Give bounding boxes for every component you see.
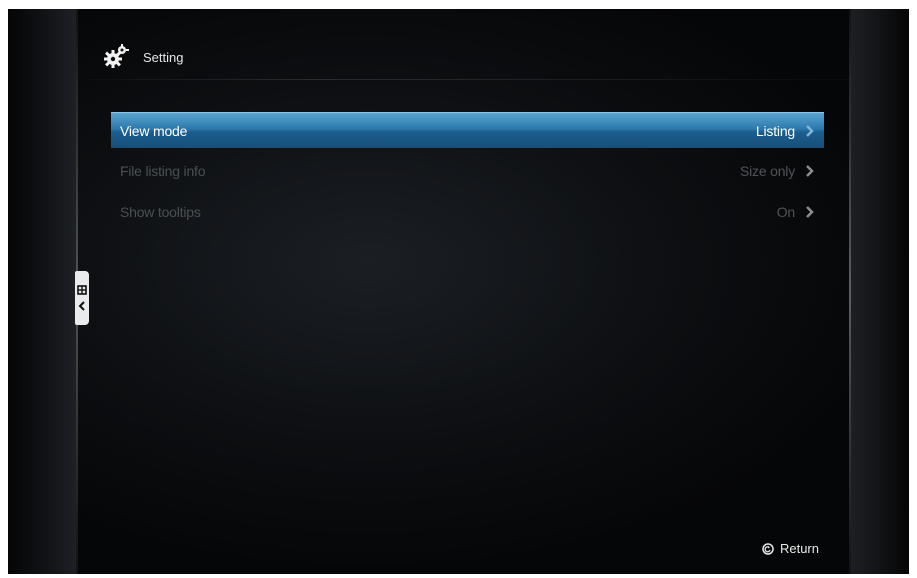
menu-item-show-tooltips[interactable]: Show tooltips On <box>111 194 824 230</box>
right-vignette <box>851 9 909 574</box>
grid-icon <box>77 285 87 295</box>
page-title: Setting <box>143 49 184 65</box>
menu-item-value: Listing <box>755 122 795 139</box>
return-icon <box>762 542 774 555</box>
menu-item-label: File listing info <box>120 163 206 179</box>
right-edge-highlight <box>849 9 851 574</box>
side-panel-tab[interactable] <box>75 271 89 325</box>
header-divider <box>88 79 851 80</box>
chevron-right-icon <box>806 206 814 218</box>
return-hint[interactable]: Return <box>762 541 819 556</box>
menu-item-view-mode[interactable]: View mode Listing <box>111 112 824 148</box>
gear-icon <box>104 44 129 68</box>
chevron-left-icon <box>78 301 85 311</box>
chevron-right-icon <box>806 124 814 137</box>
left-vignette <box>8 9 76 574</box>
menu-item-label: View mode <box>120 122 188 139</box>
page-header: Setting <box>103 39 183 75</box>
menu-item-file-listing-info[interactable]: File listing info Size only <box>111 153 824 189</box>
chevron-right-icon <box>806 165 814 177</box>
return-label: Return <box>779 541 819 556</box>
menu-item-value: Size only <box>739 163 795 179</box>
settings-menu: View mode Listing File listing info Size… <box>111 112 824 235</box>
menu-item-label: Show tooltips <box>120 204 201 220</box>
menu-item-value: On <box>776 204 795 220</box>
tv-screen: Setting View mode Listing File listing i… <box>8 9 909 574</box>
